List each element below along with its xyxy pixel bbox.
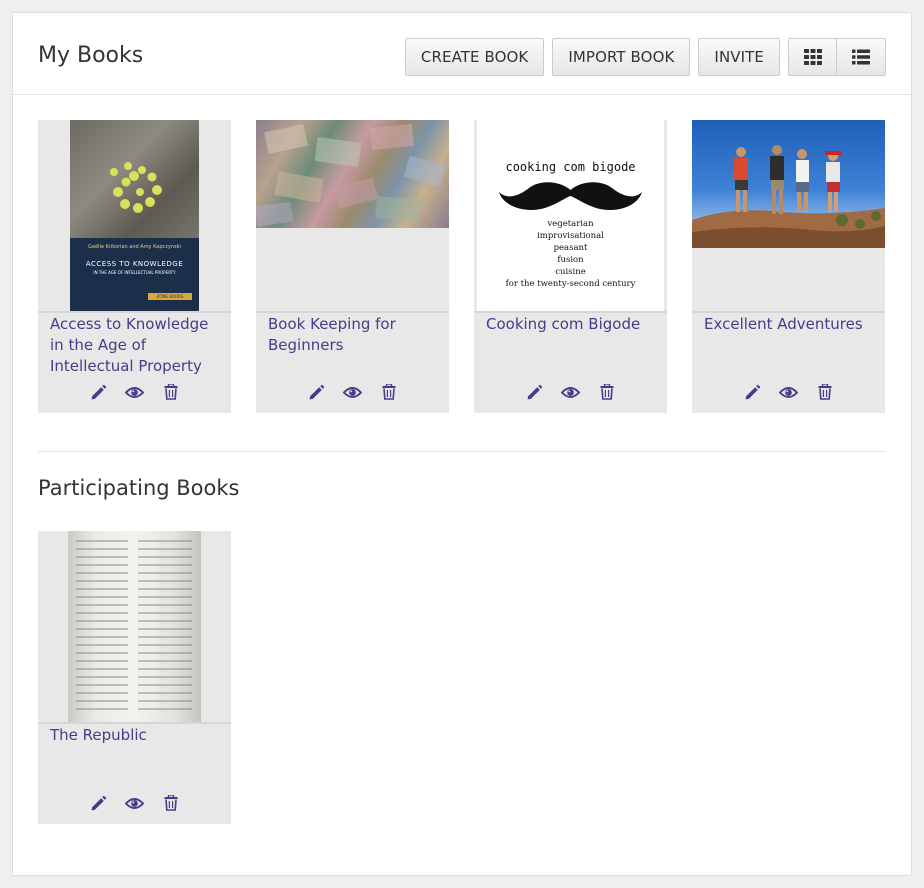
import-book-button[interactable]: IMPORT BOOK (552, 38, 691, 76)
cover-banknotes-photo[interactable] (256, 120, 449, 313)
cover-line: vegetarian (547, 219, 594, 229)
book-title[interactable]: Access to Knowledge in the Age of Intell… (50, 314, 222, 377)
cover-line: cuisine (555, 267, 586, 277)
banknotes-art (256, 123, 447, 227)
cover-line: fusion (557, 255, 584, 265)
book-cover: cooking com bigode vegetarian improvisat… (477, 120, 664, 311)
trash-icon[interactable] (597, 382, 617, 402)
participating-books-grid: The Republic (38, 531, 231, 824)
cover-title: ACCESS TO KNOWLEDGE (85, 260, 184, 268)
card-actions (256, 382, 449, 402)
cover-hikers-photo[interactable] (692, 120, 885, 313)
book-title[interactable]: The Republic (50, 725, 222, 746)
trash-icon[interactable] (161, 382, 181, 402)
header-actions: CREATE BOOK IMPORT BOOK INVITE (397, 38, 886, 76)
trash-icon[interactable] (379, 382, 399, 402)
eye-icon[interactable] (343, 382, 363, 402)
cover-line: for the twenty-second century (505, 279, 636, 289)
cover-lines: vegetarian improvisational peasant fusio… (477, 218, 664, 290)
pencil-icon[interactable] (525, 382, 545, 402)
book-cover: Gaëlle Krikorian and Amy Kapczynski ACCE… (70, 120, 199, 311)
books-panel: My Books CREATE BOOK IMPORT BOOK INVITE (12, 12, 912, 876)
cover-line: improvisational (537, 231, 604, 241)
card-actions (474, 382, 667, 402)
view-toggle (788, 38, 886, 76)
mustache-icon (499, 182, 642, 211)
create-book-button[interactable]: CREATE BOOK (404, 38, 545, 76)
cover-authors: Gaëlle Krikorian and Amy Kapczynski (88, 244, 181, 250)
book-card: cooking com bigode vegetarian improvisat… (474, 120, 667, 413)
card-actions (38, 382, 231, 402)
grid-view-button[interactable] (788, 38, 837, 76)
pencil-icon[interactable] (89, 382, 109, 402)
hikers-image (692, 120, 885, 248)
card-actions (692, 382, 885, 402)
pencil-icon[interactable] (89, 793, 109, 813)
book-card: Gaëlle Krikorian and Amy Kapczynski ACCE… (38, 120, 231, 413)
pencil-icon[interactable] (743, 382, 763, 402)
section-divider (38, 451, 886, 452)
book-card: Book Keeping for Beginners (256, 120, 449, 413)
eye-icon[interactable] (561, 382, 581, 402)
my-books-grid: Gaëlle Krikorian and Amy Kapczynski ACCE… (38, 120, 885, 413)
list-view-icon (852, 49, 870, 65)
cover-publisher: ZONE BOOKS (148, 293, 192, 300)
book-card: The Republic (38, 531, 231, 824)
manuscript-text-art (76, 540, 192, 710)
panel-header: My Books CREATE BOOK IMPORT BOOK INVITE (13, 13, 911, 95)
spiral-art-icon (110, 162, 162, 213)
cover-art (70, 120, 199, 238)
manuscript-image (68, 531, 201, 722)
trash-icon[interactable] (815, 382, 835, 402)
book-card: Excellent Adventures (692, 120, 885, 413)
cover-title: cooking com bigode (505, 160, 636, 174)
hikers-art (692, 145, 885, 248)
book-title[interactable]: Excellent Adventures (704, 314, 876, 335)
trash-icon[interactable] (161, 793, 181, 813)
list-view-button[interactable] (837, 38, 886, 76)
cover-subtitle: IN THE AGE OF INTELLECTUAL PROPERTY (93, 270, 176, 275)
page-title: My Books (38, 43, 144, 68)
banknotes-image (256, 120, 449, 228)
eye-icon[interactable] (125, 793, 145, 813)
book-title[interactable]: Cooking com Bigode (486, 314, 658, 335)
card-actions (38, 793, 231, 813)
cover-access-to-knowledge[interactable]: Gaëlle Krikorian and Amy Kapczynski ACCE… (38, 120, 231, 313)
book-title[interactable]: Book Keeping for Beginners (268, 314, 440, 356)
cover-manuscript[interactable] (38, 531, 231, 724)
grid-view-icon (803, 49, 822, 65)
pencil-icon[interactable] (307, 382, 327, 402)
cover-mustache[interactable]: cooking com bigode vegetarian improvisat… (474, 120, 667, 313)
invite-button[interactable]: INVITE (698, 38, 780, 76)
eye-icon[interactable] (125, 382, 145, 402)
section-title: Participating Books (38, 476, 240, 500)
eye-icon[interactable] (779, 382, 799, 402)
cover-line: peasant (553, 243, 588, 253)
